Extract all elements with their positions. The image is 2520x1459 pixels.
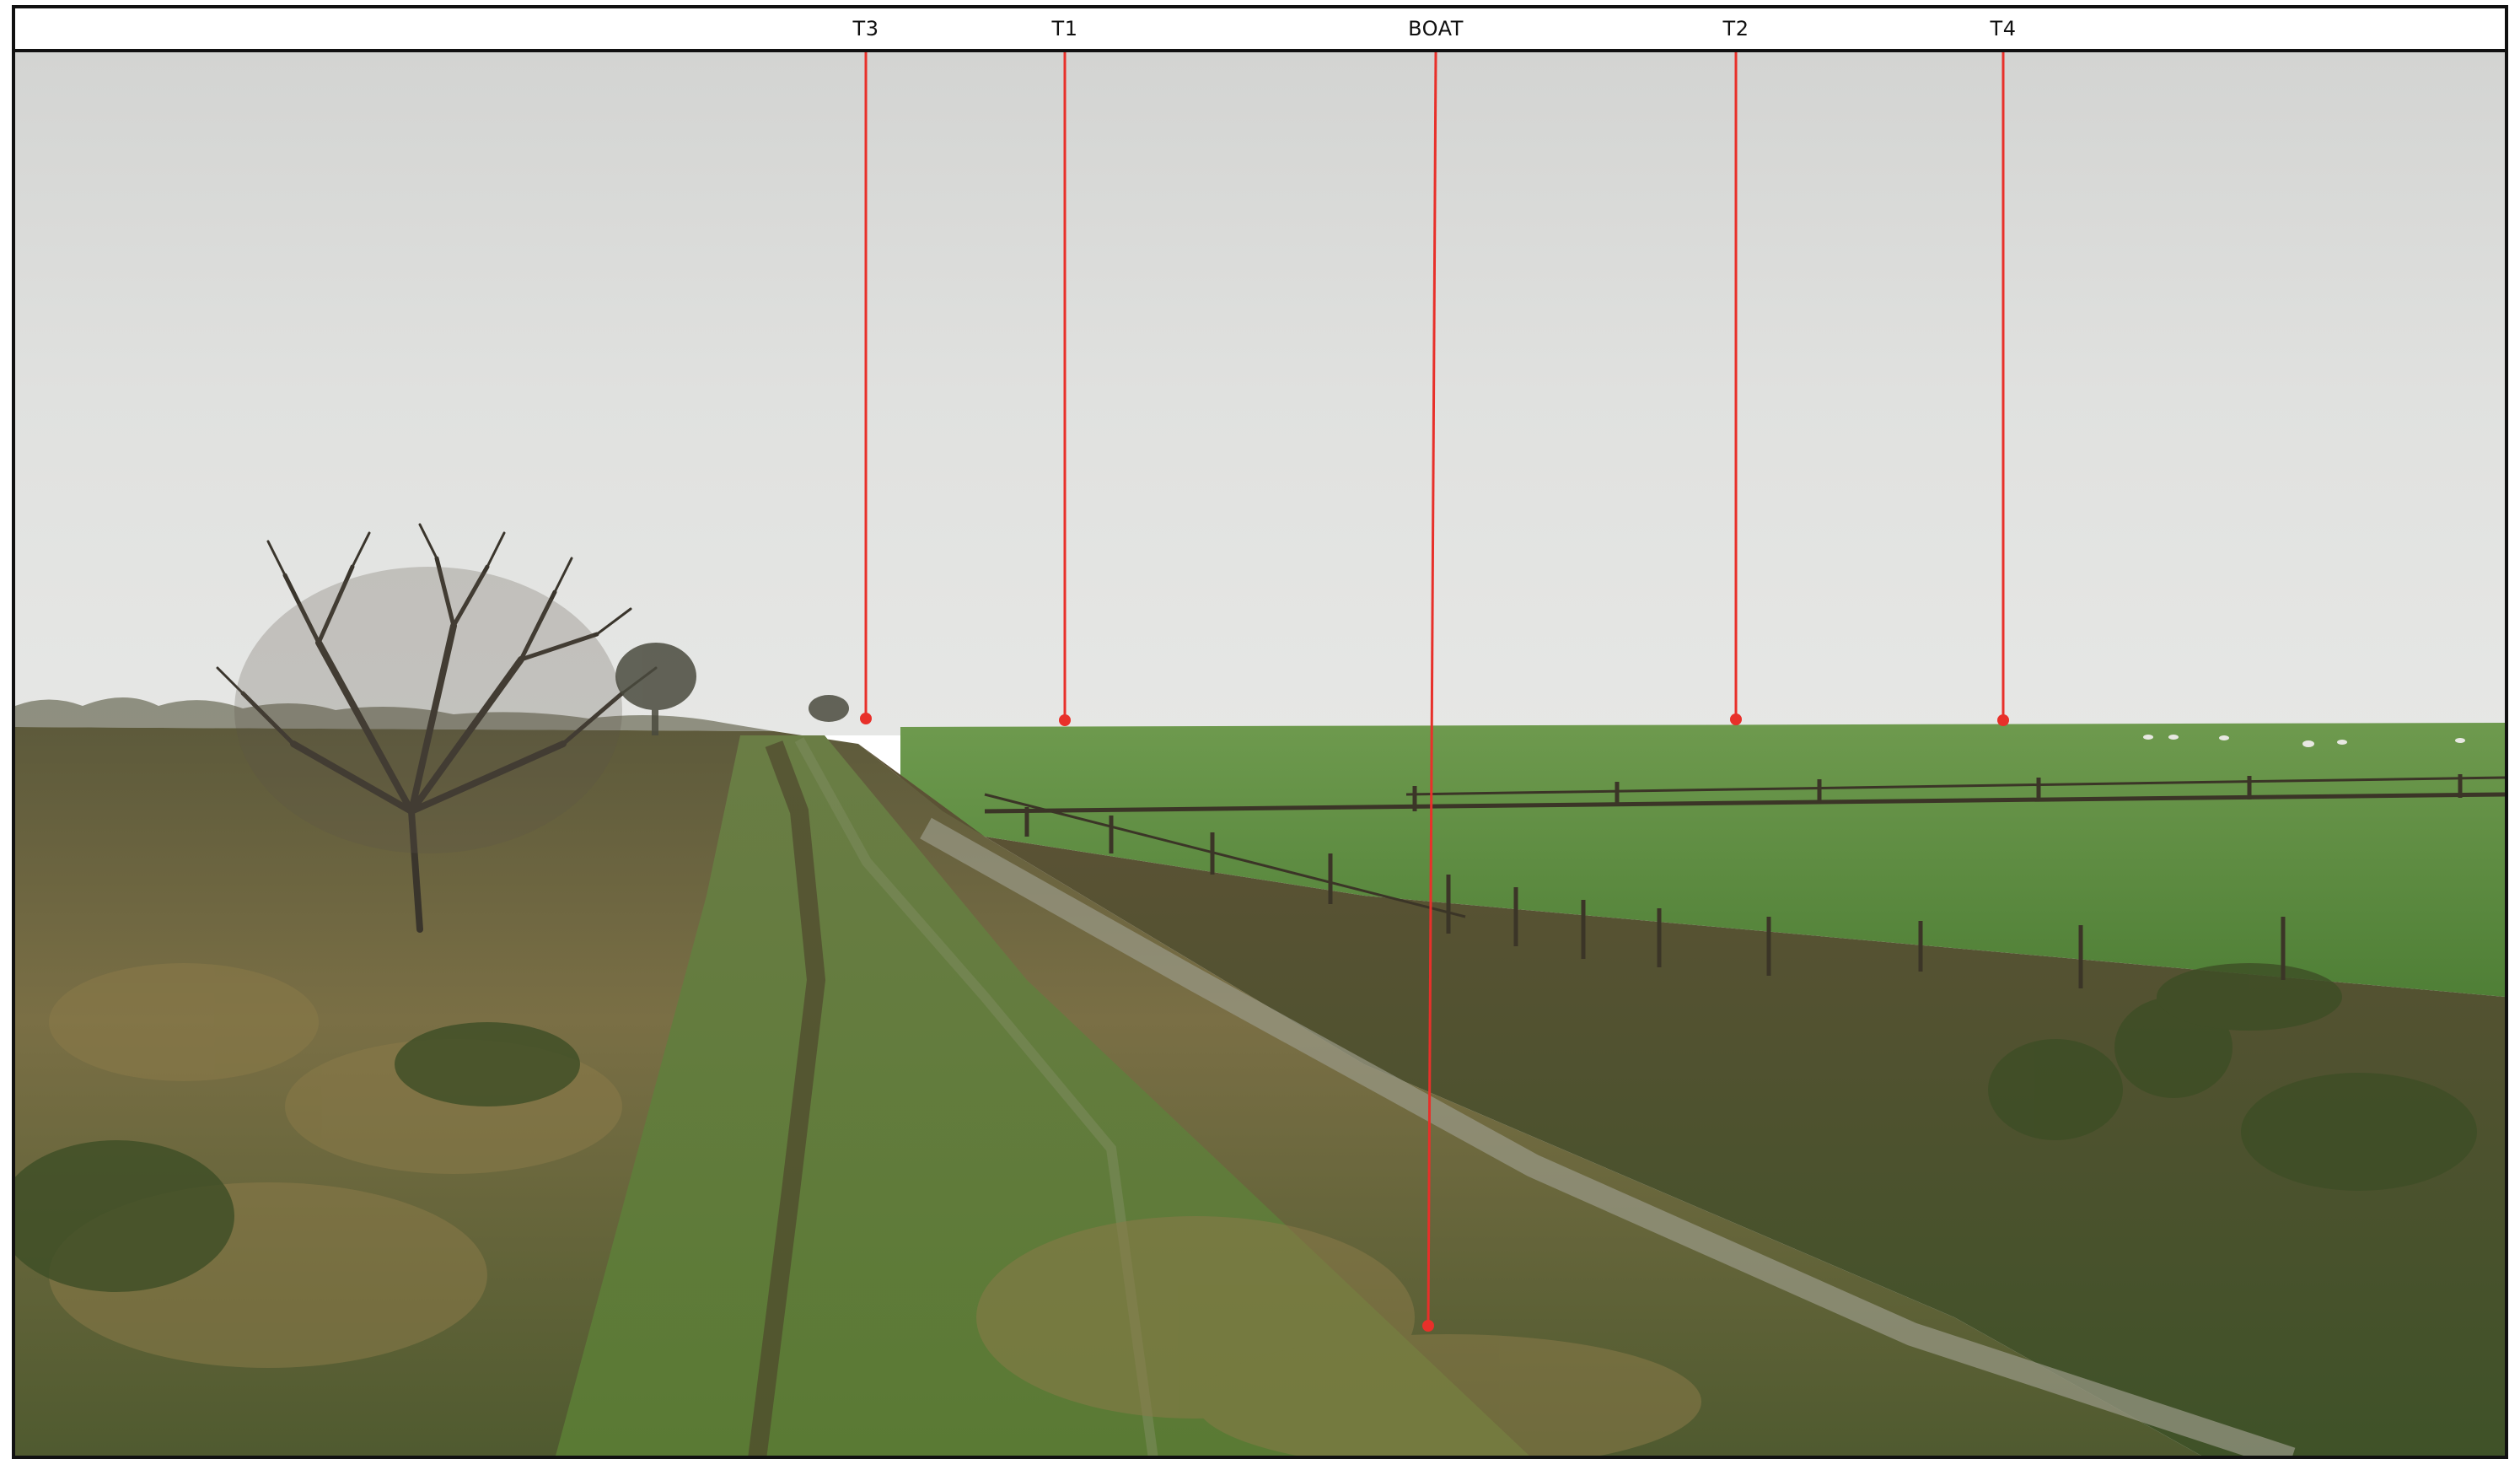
- viewpoint-frame: T3 T1 BOAT T2 T4: [12, 5, 2508, 1459]
- marker-label-boat: BOAT: [1408, 17, 1464, 40]
- landscape-photograph: [15, 52, 2505, 1456]
- marker-point-t1: [1059, 714, 1071, 726]
- marker-label-t2: T2: [1722, 17, 1749, 40]
- marker-label-t4: T4: [1990, 17, 2017, 40]
- marker-label-band: T3 T1 BOAT T2 T4: [15, 8, 2505, 52]
- marker-point-t2: [1730, 713, 1742, 725]
- marker-label-t3: T3: [852, 17, 879, 40]
- marker-overlay: [860, 52, 2009, 1332]
- marker-label-t1: T1: [1051, 17, 1078, 40]
- marker-point-t3: [860, 713, 872, 724]
- marker-point-t4: [1997, 714, 2009, 726]
- marker-line-boat: [1427, 52, 1437, 1327]
- marker-point-boat: [1422, 1320, 1434, 1332]
